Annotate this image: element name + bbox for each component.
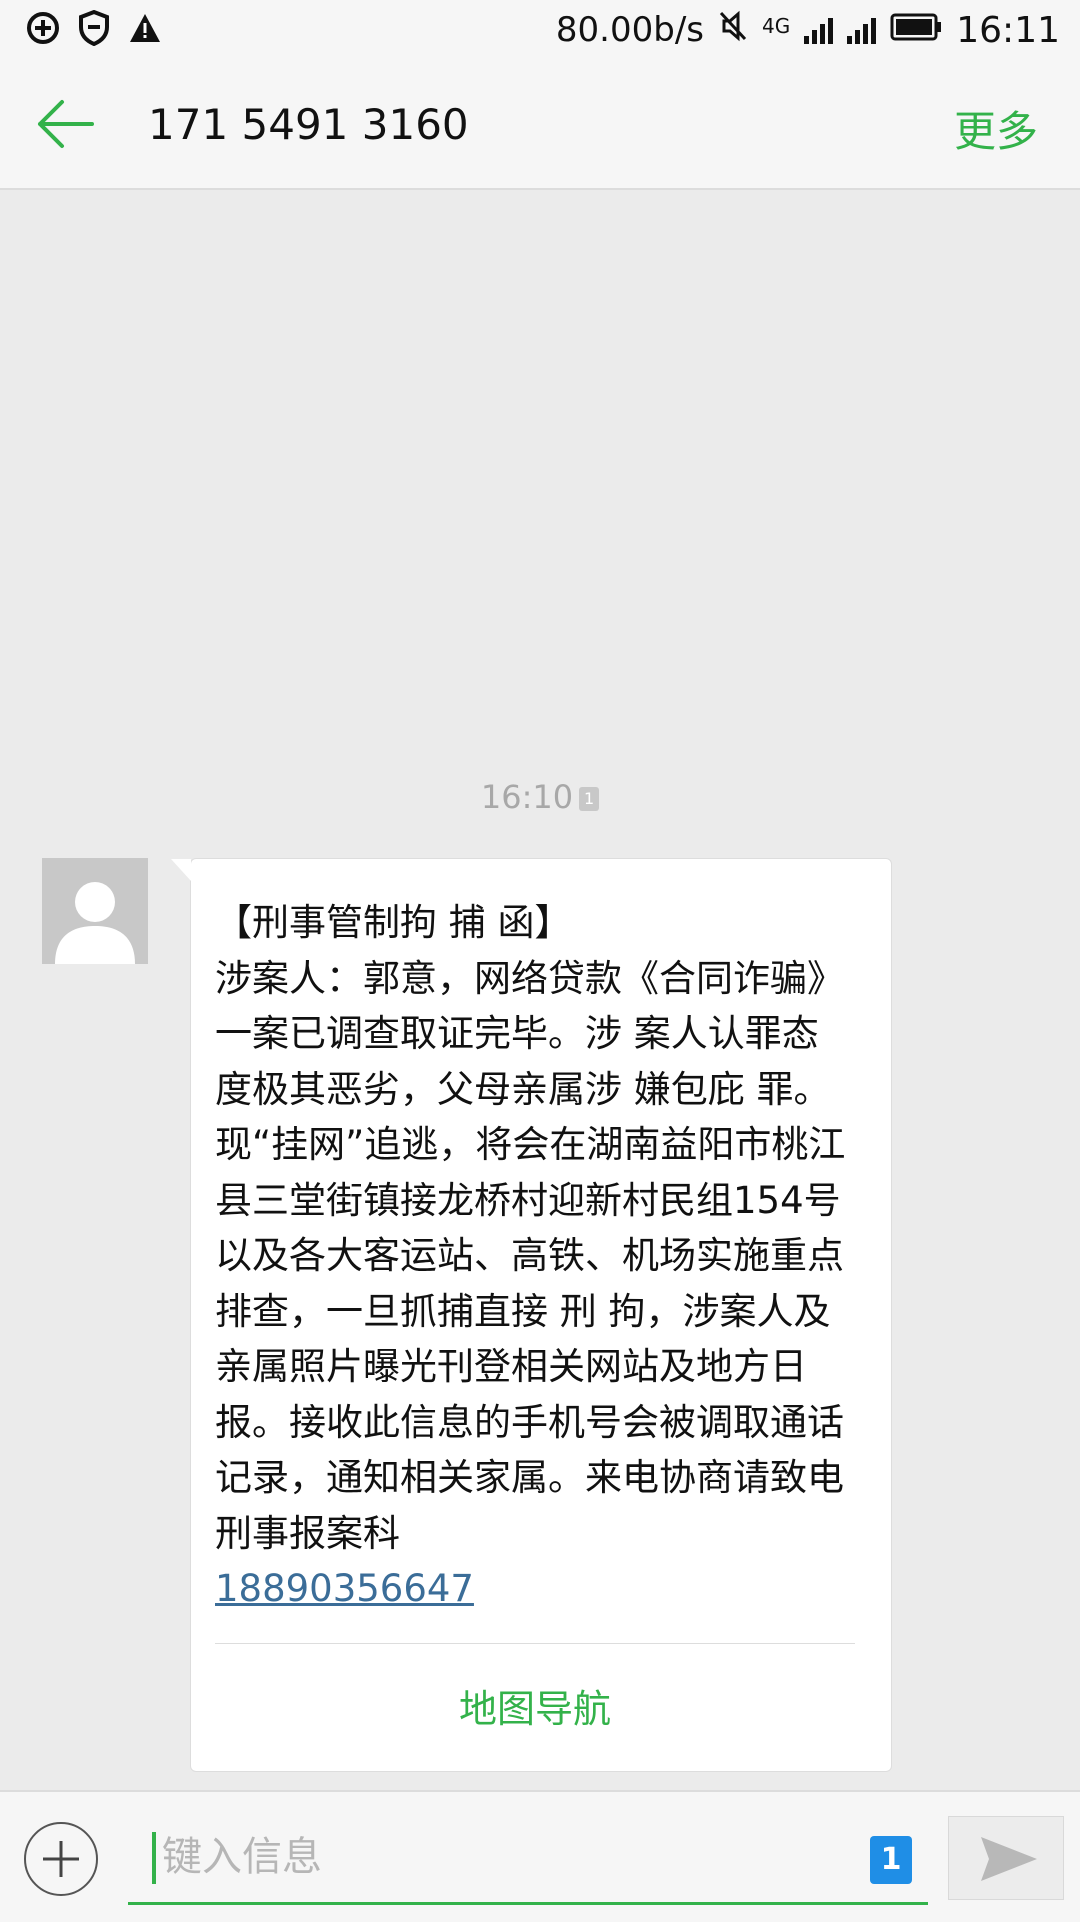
add-attachment-button[interactable]	[24, 1822, 98, 1896]
timestamp-text: 16:10	[480, 778, 574, 816]
compose-bar: 1	[0, 1790, 1080, 1922]
message-input-wrapper: 1	[128, 1810, 928, 1905]
phone-link[interactable]: 18890356647	[215, 1567, 474, 1610]
sim-badge: 1	[579, 787, 600, 811]
send-button[interactable]	[948, 1816, 1064, 1900]
vpn-icon	[26, 11, 60, 49]
message-input[interactable]	[160, 1824, 854, 1890]
shield-icon	[78, 9, 110, 50]
status-right: 80.00b/s 4G 16:11	[556, 8, 1060, 52]
warning-icon	[128, 12, 162, 48]
avatar[interactable]	[42, 858, 148, 964]
map-navigation-button[interactable]: 地图导航	[215, 1644, 855, 1771]
send-icon	[981, 1837, 1037, 1881]
back-button[interactable]	[36, 96, 96, 152]
status-left-icons	[26, 9, 162, 50]
signal-icon	[804, 16, 834, 44]
bubble-tail	[171, 859, 191, 881]
network-type: 4G	[762, 14, 791, 38]
status-bar: 80.00b/s 4G 16:11	[0, 0, 1080, 60]
conversation-header: 171 5491 3160 更多	[0, 60, 1080, 190]
message-text: 【刑事管制拘 捕 函】 涉案人：郭意，网络贷款《合同诈骗》一案已调查取证完毕。涉…	[215, 895, 851, 1617]
message-thread[interactable]: 16:10 1 【刑事管制拘 捕 函】 涉案人：郭意，网络贷款《合同诈骗》一案已调…	[0, 190, 1080, 1790]
arrow-left-icon	[38, 100, 94, 148]
plus-icon	[43, 1841, 79, 1877]
text-cursor	[152, 1832, 156, 1884]
person-icon	[42, 858, 148, 964]
network-speed: 80.00b/s	[555, 10, 705, 50]
mute-icon	[718, 10, 748, 51]
signal-icon-2	[847, 16, 877, 44]
clock: 16:11	[956, 9, 1060, 51]
page-title: 171 5491 3160	[148, 100, 469, 149]
message-bubble[interactable]: 【刑事管制拘 捕 函】 涉案人：郭意，网络贷款《合同诈骗》一案已调查取证完毕。涉…	[171, 858, 892, 1772]
battery-icon	[890, 10, 942, 50]
message-timestamp: 16:10 1	[0, 778, 1080, 816]
message-body: 【刑事管制拘 捕 函】 涉案人：郭意，网络贷款《合同诈骗》一案已调查取证完毕。涉…	[215, 901, 846, 1555]
sim-select-button[interactable]: 1	[870, 1836, 912, 1884]
more-button[interactable]: 更多	[954, 98, 1038, 159]
